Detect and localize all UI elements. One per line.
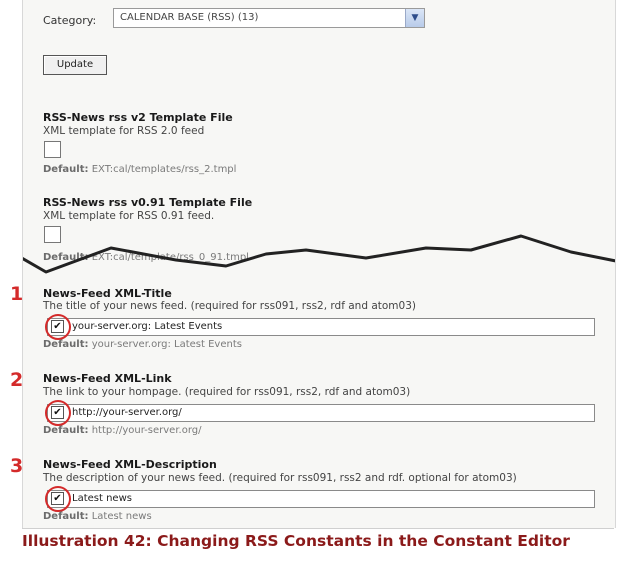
default-value: http://your-server.org/: [91, 425, 202, 436]
category-selected-value: CALENDAR BASE (RSS) (13): [120, 12, 259, 23]
default-value: EXT:cal/templates/rss_2.tmpl: [91, 164, 237, 175]
default-label: Default:: [43, 511, 89, 522]
highlight-circle: [45, 400, 71, 426]
feed-link-desc: The link to your hompage. (required for …: [43, 386, 411, 398]
default-label: Default:: [43, 425, 89, 436]
feed-desc-desc: The description of your news feed. (requ…: [43, 472, 517, 484]
feed-desc-input[interactable]: Latest news: [47, 490, 595, 508]
feed-title-input[interactable]: your-server.org: Latest Events: [47, 318, 595, 336]
update-button[interactable]: Update: [43, 55, 107, 75]
template-v2-default: Default: EXT:cal/templates/rss_2.tmpl: [43, 164, 236, 175]
feed-desc-default: Default: Latest news: [43, 511, 152, 522]
template-v091-desc: XML template for RSS 0.91 feed.: [43, 210, 215, 222]
feed-link-heading: News-Feed XML-Link: [43, 372, 172, 385]
template-v2-desc: XML template for RSS 2.0 feed: [43, 125, 205, 137]
default-label: Default:: [43, 164, 89, 175]
step-number-1: 1: [10, 283, 24, 305]
feed-link-input[interactable]: http://your-server.org/: [47, 404, 595, 422]
chevron-down-icon[interactable]: ▼: [405, 9, 424, 27]
default-value: your-server.org: Latest Events: [91, 339, 242, 350]
default-label: Default:: [43, 339, 89, 350]
feed-title-heading: News-Feed XML-Title: [43, 287, 172, 300]
category-label: Category:: [43, 14, 97, 27]
default-value: Latest news: [91, 511, 152, 522]
template-v091-title: RSS-News rss v0.91 Template File: [43, 196, 253, 209]
step-number-2: 2: [10, 369, 24, 391]
figure-caption: Illustration 42: Changing RSS Constants …: [22, 528, 614, 570]
category-select[interactable]: CALENDAR BASE (RSS) (13) ▼: [113, 8, 425, 28]
highlight-circle: [45, 314, 71, 340]
template-v2-checkbox[interactable]: [44, 141, 61, 158]
feed-title-desc: The title of your news feed. (required f…: [43, 300, 416, 312]
step-number-3: 3: [10, 455, 24, 477]
feed-link-default: Default: http://your-server.org/: [43, 425, 201, 436]
highlight-circle: [45, 486, 71, 512]
template-v2-title: RSS-News rss v2 Template File: [43, 111, 233, 124]
constant-editor-panel: Category: CALENDAR BASE (RSS) (13) ▼ Upd…: [22, 0, 616, 528]
torn-cut-line: [23, 234, 615, 274]
feed-title-default: Default: your-server.org: Latest Events: [43, 339, 242, 350]
feed-desc-heading: News-Feed XML-Description: [43, 458, 217, 471]
